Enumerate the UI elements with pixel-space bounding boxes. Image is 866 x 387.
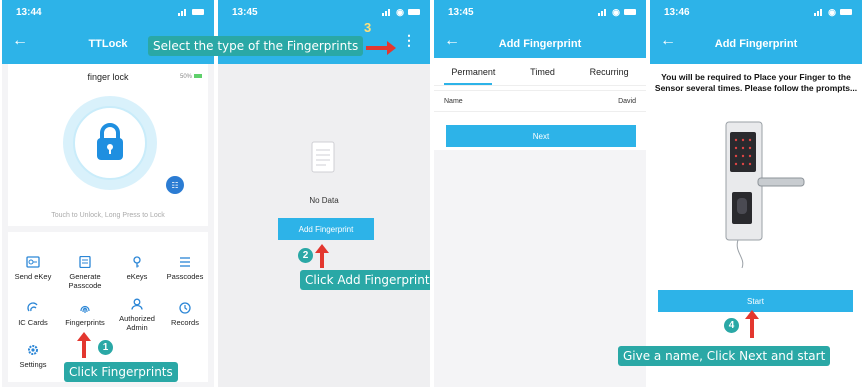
menu-passcodes[interactable]: Passcodes <box>160 256 210 281</box>
step-4-badge: 4 <box>724 318 739 333</box>
tab-timed[interactable]: Timed <box>528 67 557 77</box>
signal-icon <box>814 8 824 16</box>
name-label: Name <box>444 97 463 105</box>
fingerprint-icon <box>80 305 90 313</box>
app-title: Add Fingerprint <box>714 38 798 50</box>
padlock-icon[interactable] <box>84 117 136 169</box>
empty-document-icon <box>311 141 335 173</box>
admin-icon <box>131 298 143 310</box>
screen-fingerprints-list: 13:45 ◉ ← ⋮ No Data Add Fingerprint 2 Cl… <box>218 0 430 387</box>
menu-ic-cards[interactable]: IC Cards <box>8 302 58 327</box>
status-bar: 13:45 ◉ <box>218 0 430 24</box>
menu-label: IC Cards <box>18 318 48 327</box>
passcode-icon <box>79 256 91 268</box>
tab-permanent[interactable]: Permanent <box>449 67 497 77</box>
battery-icon <box>624 9 636 15</box>
lock-battery: 50% <box>180 74 202 80</box>
menu-send-ekey[interactable]: Send eKey <box>8 256 58 281</box>
wifi-icon: ◉ <box>828 6 836 17</box>
signal-icon <box>382 8 392 16</box>
status-icons: ◉ <box>382 7 420 18</box>
active-tab-indicator <box>444 83 492 85</box>
status-icons: ◉ <box>814 7 852 18</box>
menu-settings[interactable]: Settings <box>8 344 58 369</box>
back-arrow-icon[interactable]: ← <box>660 32 676 50</box>
red-arrow-up-icon <box>77 332 91 358</box>
next-button[interactable]: Next <box>446 125 636 147</box>
status-time: 13:46 <box>664 6 690 18</box>
lock-battery-icon <box>194 74 202 78</box>
menu-fingerprints[interactable]: Fingerprints <box>60 302 110 327</box>
battery-icon <box>840 9 852 15</box>
lock-menu: Send eKey Generate Passcode eKeys Passco… <box>8 232 208 382</box>
ekeys-icon <box>133 256 141 268</box>
app-bar: ← Add Fingerprint <box>650 24 862 64</box>
screen-add-fingerprint-form: 13:45 ◉ ← Add Fingerprint Permanent Time… <box>434 0 646 387</box>
step-3-number: 3 <box>364 20 372 35</box>
wifi-icon: ◉ <box>396 6 404 17</box>
menu-generate-passcode[interactable]: Generate Passcode <box>60 256 110 290</box>
menu-label: Passcodes <box>166 272 204 281</box>
unlock-hint: Touch to Unlock, Long Press to Lock <box>51 212 165 219</box>
status-time: 13:45 <box>448 6 474 18</box>
name-field[interactable]: Name David <box>434 90 646 112</box>
lock-battery-value: 50% <box>179 74 192 80</box>
menu-ekeys[interactable]: eKeys <box>112 256 162 281</box>
form-background <box>434 150 646 387</box>
send-ekey-icon <box>26 256 40 268</box>
menu-records[interactable]: Records <box>160 302 210 327</box>
status-bar: 13:45 ◉ <box>434 0 646 24</box>
status-bar: 13:44 <box>2 0 214 24</box>
red-arrow-right-icon <box>366 41 396 55</box>
red-arrow-up-icon <box>315 244 329 268</box>
menu-label: Send eKey <box>14 272 52 281</box>
fingerprint-type-tabs: Permanent Timed Recurring <box>434 58 646 86</box>
step-1-badge: 1 <box>98 340 113 355</box>
lock-name: finger lock <box>87 72 129 82</box>
instructions-text: You will be required to Place your Finge… <box>654 72 858 93</box>
tab-recurring[interactable]: Recurring <box>588 67 631 77</box>
empty-state-text: No Data <box>309 196 339 205</box>
menu-label: eKeys <box>126 272 148 281</box>
lock-card: finger lock 50% ☷ Touch to Unlock, Long … <box>8 64 208 226</box>
menu-label: Authorized Admin <box>119 314 155 332</box>
start-button[interactable]: Start <box>658 290 853 312</box>
status-icons <box>178 8 204 16</box>
battery-icon <box>408 9 420 15</box>
step-4-callout: Give a name, Click Next and start <box>618 346 831 366</box>
signal-icon <box>178 8 188 16</box>
menu-label: Records <box>171 318 199 327</box>
red-arrow-up-icon <box>745 310 759 338</box>
status-bar: 13:46 ◉ <box>650 0 862 24</box>
menu-authorized-admin[interactable]: Authorized Admin <box>112 298 162 332</box>
more-options-icon[interactable]: ⋮ <box>402 32 416 49</box>
remote-unlock-icon[interactable]: ☷ <box>166 176 184 194</box>
step-1-callout: Click Fingerprints <box>64 362 178 382</box>
menu-label: Fingerprints <box>65 318 105 327</box>
status-time: 13:44 <box>16 6 42 18</box>
signal-icon <box>598 8 608 16</box>
name-value[interactable]: David <box>618 98 636 105</box>
status-time: 13:45 <box>232 6 258 18</box>
step-2-callout: Click Add Fingerprints <box>300 270 430 290</box>
add-fingerprint-button[interactable]: Add Fingerprint <box>278 218 374 240</box>
menu-label: Settings <box>19 360 47 369</box>
menu-label: Generate Passcode <box>68 272 102 290</box>
step-2-badge: 2 <box>298 248 313 263</box>
status-icons: ◉ <box>598 7 636 18</box>
passcodes-icon <box>180 257 190 267</box>
screen-add-fingerprint-start: 13:46 ◉ ← Add Fingerprint You will be re… <box>650 0 862 387</box>
app-title: Add Fingerprint <box>498 38 582 50</box>
back-arrow-icon[interactable]: ← <box>12 32 28 50</box>
back-arrow-icon[interactable]: ← <box>444 32 460 50</box>
door-lock-image <box>725 121 805 269</box>
step-3-callout: Select the type of the Fingerprints <box>148 36 364 56</box>
screen-ttlock-home: 13:44 ← TTLock finger lock 50% ☷ Touch t… <box>2 0 214 387</box>
records-icon <box>179 302 191 314</box>
settings-icon <box>28 345 38 355</box>
ic-card-icon <box>27 302 38 312</box>
battery-icon <box>192 9 204 15</box>
wifi-icon: ◉ <box>612 6 620 17</box>
